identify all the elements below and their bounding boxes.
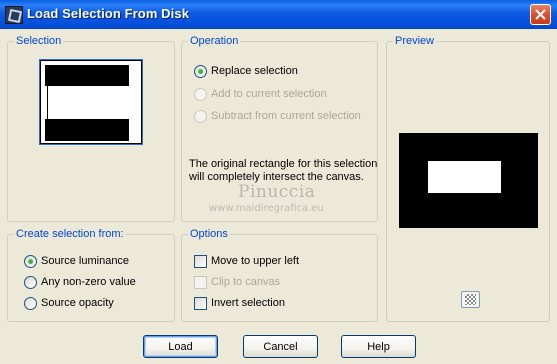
options-group-label: Options — [188, 227, 230, 241]
radio-disabled-icon[interactable] — [194, 109, 207, 123]
source-opacity-label: Source opacity — [41, 297, 114, 309]
checkbox-disabled-icon[interactable] — [194, 275, 207, 289]
preview-selection-rect — [428, 161, 501, 193]
create-selection-group-label: Create selection from: — [14, 227, 126, 241]
watermark-name: Pinuccia — [238, 182, 316, 202]
preview-canvas — [399, 133, 538, 228]
move-to-upper-left-checkbox[interactable]: Move to upper left — [194, 253, 299, 269]
title-bar[interactable]: Load Selection From Disk — [0, 0, 557, 29]
radio-disabled-icon[interactable] — [194, 87, 207, 101]
replace-selection-label: Replace selection — [211, 65, 298, 77]
load-button[interactable]: Load — [143, 335, 218, 358]
checkbox-icon[interactable] — [194, 296, 207, 310]
subtract-selection-label: Subtract from current selection — [211, 110, 361, 122]
add-to-selection-label: Add to current selection — [211, 88, 327, 100]
help-button[interactable]: Help — [341, 335, 416, 358]
source-opacity-radio[interactable]: Source opacity — [24, 295, 114, 311]
radio-unchecked-icon[interactable] — [24, 296, 37, 310]
operation-group-label: Operation — [188, 34, 241, 48]
load-selection-dialog: Load Selection From Disk Selection Opera… — [0, 0, 557, 364]
move-to-upper-left-label: Move to upper left — [211, 255, 300, 267]
radio-checked-icon[interactable] — [24, 254, 37, 268]
app-icon — [5, 6, 23, 24]
any-non-zero-label: Any non-zero value — [41, 276, 136, 288]
replace-selection-radio[interactable]: Replace selection — [194, 63, 298, 79]
checkerboard-icon — [465, 294, 476, 305]
info-line-1: The original rectangle for this selectio… — [189, 158, 378, 170]
preview-group-label: Preview — [393, 34, 437, 48]
radio-unchecked-icon[interactable] — [24, 275, 37, 289]
selection-group-label: Selection — [14, 34, 64, 48]
transparency-toggle-button[interactable] — [461, 291, 480, 308]
source-luminance-radio[interactable]: Source luminance — [24, 253, 129, 269]
add-to-selection-radio[interactable]: Add to current selection — [194, 86, 327, 102]
checkbox-icon[interactable] — [194, 254, 207, 268]
invert-selection-label: Invert selection — [211, 297, 285, 309]
selection-thumbnail[interactable] — [39, 59, 143, 145]
source-luminance-label: Source luminance — [41, 255, 130, 267]
window-title: Load Selection From Disk — [27, 6, 190, 21]
close-icon — [535, 9, 546, 20]
clip-to-canvas-checkbox[interactable]: Clip to canvas — [194, 274, 280, 290]
subtract-selection-radio[interactable]: Subtract from current selection — [194, 108, 361, 124]
any-non-zero-radio[interactable]: Any non-zero value — [24, 274, 136, 290]
watermark-url: www.maidiregrafica.eu — [209, 203, 324, 214]
cancel-button[interactable]: Cancel — [243, 335, 318, 358]
clip-to-canvas-label: Clip to canvas — [211, 276, 281, 288]
intersection-info: The original rectangle for this selectio… — [189, 158, 379, 184]
radio-checked-icon[interactable] — [194, 64, 207, 78]
invert-selection-checkbox[interactable]: Invert selection — [194, 295, 285, 311]
close-button[interactable] — [530, 4, 551, 25]
